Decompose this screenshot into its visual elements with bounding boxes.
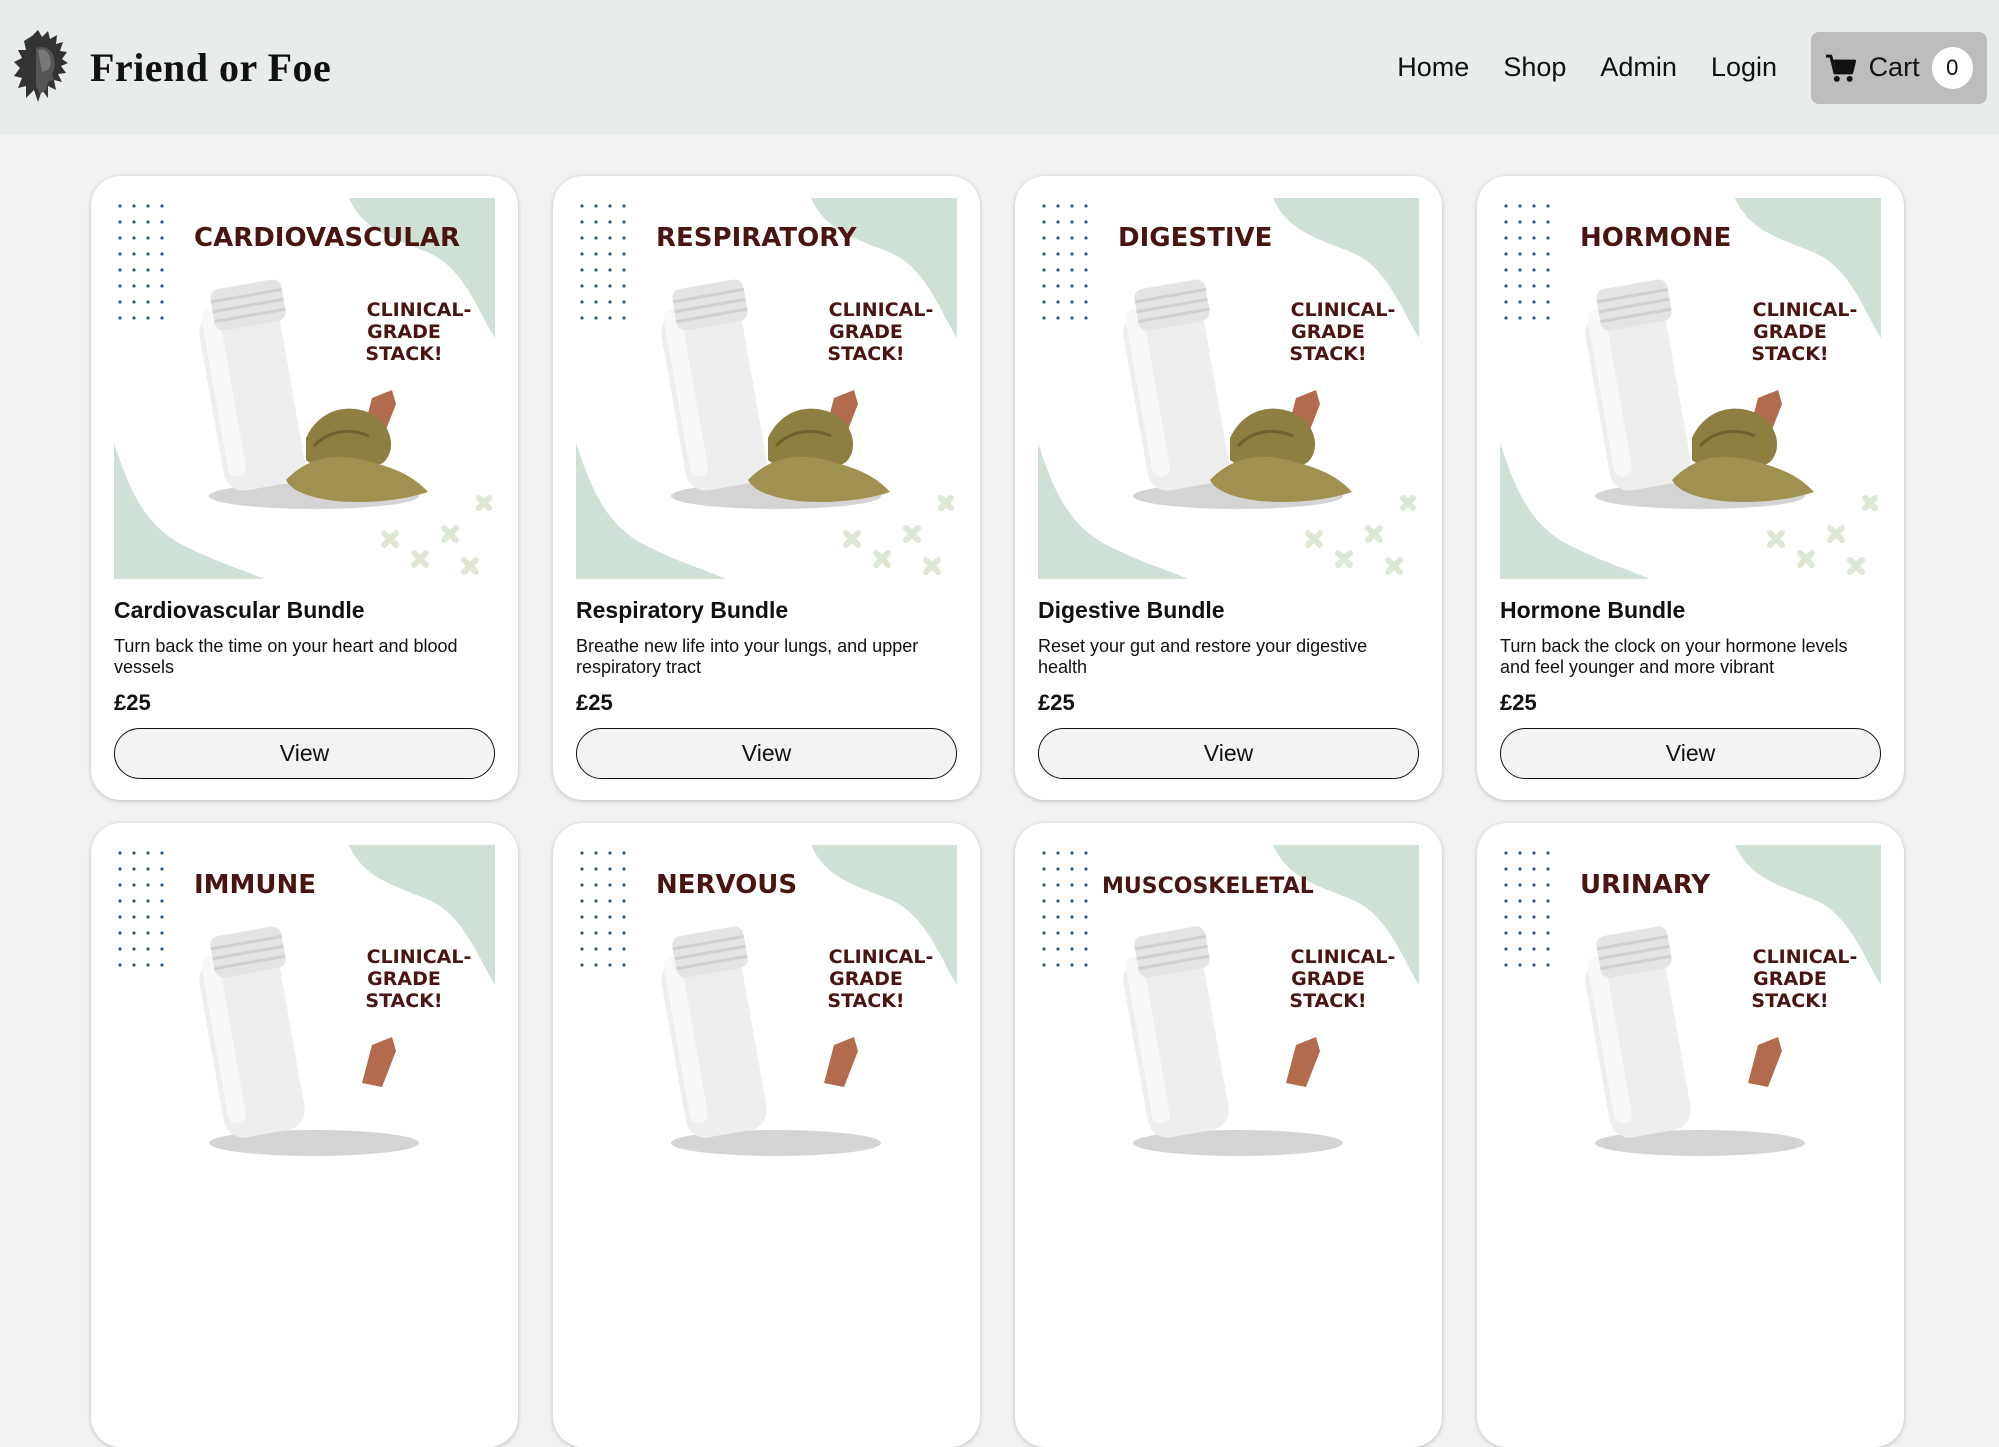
product-image-tag-line2: GRADE [367,321,441,343]
product-card: HORMONE CLINICAL- GRADE STACK! Hormone B… [1477,176,1904,800]
product-price: £25 [114,690,151,715]
nav-login-link[interactable]: Login [1711,52,1777,83]
product-image-word: MUSCOSKELETAL [1102,874,1314,899]
product-image-tag-line1: CLINICAL- [1753,946,1858,968]
product-image-tag-line1: CLINICAL- [1753,299,1858,321]
product-grid: CARDIOVASCULAR CLINICAL- GRADE STACK! Ca… [91,176,1904,1447]
product-image-tag-line1: CLINICAL- [367,946,472,968]
nav-shop-link[interactable]: Shop [1503,52,1566,83]
brand[interactable]: Friend or Foe [12,28,331,108]
product-image-tag-line3: STACK! [827,990,904,1012]
product-image-tag-line2: GRADE [829,321,903,343]
product-image-tag-line3: STACK! [1289,990,1366,1012]
product-image[interactable]: URINARY CLINICAL- GRADE STACK! [1500,845,1881,1226]
nav-home-link[interactable]: Home [1397,52,1469,83]
product-image-tag-line3: STACK! [827,343,904,365]
product-title[interactable]: Digestive Bundle [1038,597,1419,624]
product-description: Breathe new life into your lungs, and up… [576,636,919,677]
product-image-tag-line3: STACK! [365,990,442,1012]
product-image-word: RESPIRATORY [656,223,858,253]
product-image-tag-line3: STACK! [1289,343,1366,365]
product-image[interactable]: DIGESTIVE CLINICAL- GRADE STACK! [1038,198,1419,579]
product-image[interactable]: MUSCOSKELETAL CLINICAL- GRADE STACK! [1038,845,1419,1226]
product-image-tag-line2: GRADE [1291,968,1365,990]
product-price: £25 [1038,690,1075,715]
product-image-tag-line3: STACK! [1751,343,1828,365]
product-image[interactable]: RESPIRATORY CLINICAL- GRADE STACK! [576,198,957,579]
product-image-tag-line3: STACK! [1751,990,1828,1012]
nav-admin-link[interactable]: Admin [1600,52,1677,83]
product-card: MUSCOSKELETAL CLINICAL- GRADE STACK! [1015,823,1442,1447]
product-image-word: CARDIOVASCULAR [194,223,460,253]
product-card: IMMUNE CLINICAL- GRADE STACK! [91,823,518,1447]
view-product-button[interactable]: View [1500,728,1881,779]
product-image-word: DIGESTIVE [1118,223,1272,253]
product-image-tag-line1: CLINICAL- [1291,299,1396,321]
product-description: Turn back the clock on your hormone leve… [1500,636,1848,677]
product-description: Turn back the time on your heart and blo… [114,636,458,677]
product-title[interactable]: Hormone Bundle [1500,597,1881,624]
cart-label: Cart [1868,52,1920,82]
product-image-word: URINARY [1580,870,1711,900]
product-description: Reset your gut and restore your digestiv… [1038,636,1368,677]
product-image-tag-line2: GRADE [1291,321,1365,343]
product-price: £25 [1500,690,1537,715]
product-price: £25 [576,690,613,715]
product-image-word: HORMONE [1580,223,1731,253]
product-image-tag-line3: STACK! [365,343,442,365]
cart-button[interactable]: Cart 0 [1811,31,1987,104]
product-image-tag-line1: CLINICAL- [829,299,934,321]
product-card: CARDIOVASCULAR CLINICAL- GRADE STACK! Ca… [91,176,518,800]
product-image-tag-line1: CLINICAL- [367,299,472,321]
product-image-tag-line2: GRADE [367,968,441,990]
product-card: DIGESTIVE CLINICAL- GRADE STACK! Digesti… [1015,176,1442,800]
product-image-tag-line2: GRADE [829,968,903,990]
product-title[interactable]: Respiratory Bundle [576,597,957,624]
main-nav: Home Shop Admin Login Cart 0 [1363,31,1987,104]
product-image-tag-line1: CLINICAL- [1291,946,1396,968]
navbar: Friend or Foe Home Shop Admin Login Cart… [0,0,1999,135]
view-product-button[interactable]: View [1038,728,1419,779]
product-image[interactable]: HORMONE CLINICAL- GRADE STACK! [1500,198,1881,579]
product-image-tag-line2: GRADE [1753,321,1827,343]
product-image-word: IMMUNE [194,870,316,900]
cart-count-badge: 0 [1931,46,1973,89]
product-card: NERVOUS CLINICAL- GRADE STACK! [553,823,980,1447]
native-chief-headdress-logo [14,29,68,102]
product-image[interactable]: IMMUNE CLINICAL- GRADE STACK! [114,845,495,1226]
product-image-tag-line2: GRADE [1753,968,1827,990]
view-product-button[interactable]: View [576,728,957,779]
view-product-button[interactable]: View [114,728,495,779]
product-title[interactable]: Cardiovascular Bundle [114,597,495,624]
product-image[interactable]: NERVOUS CLINICAL- GRADE STACK! [576,845,957,1226]
shopping-cart-icon [1825,54,1857,82]
product-image[interactable]: CARDIOVASCULAR CLINICAL- GRADE STACK! [114,198,495,579]
product-image-word: NERVOUS [656,870,797,900]
product-card: URINARY CLINICAL- GRADE STACK! [1477,823,1904,1447]
brand-name: Friend or Foe [90,45,332,90]
product-card: RESPIRATORY CLINICAL- GRADE STACK! Respi… [553,176,980,800]
product-image-tag-line1: CLINICAL- [829,946,934,968]
